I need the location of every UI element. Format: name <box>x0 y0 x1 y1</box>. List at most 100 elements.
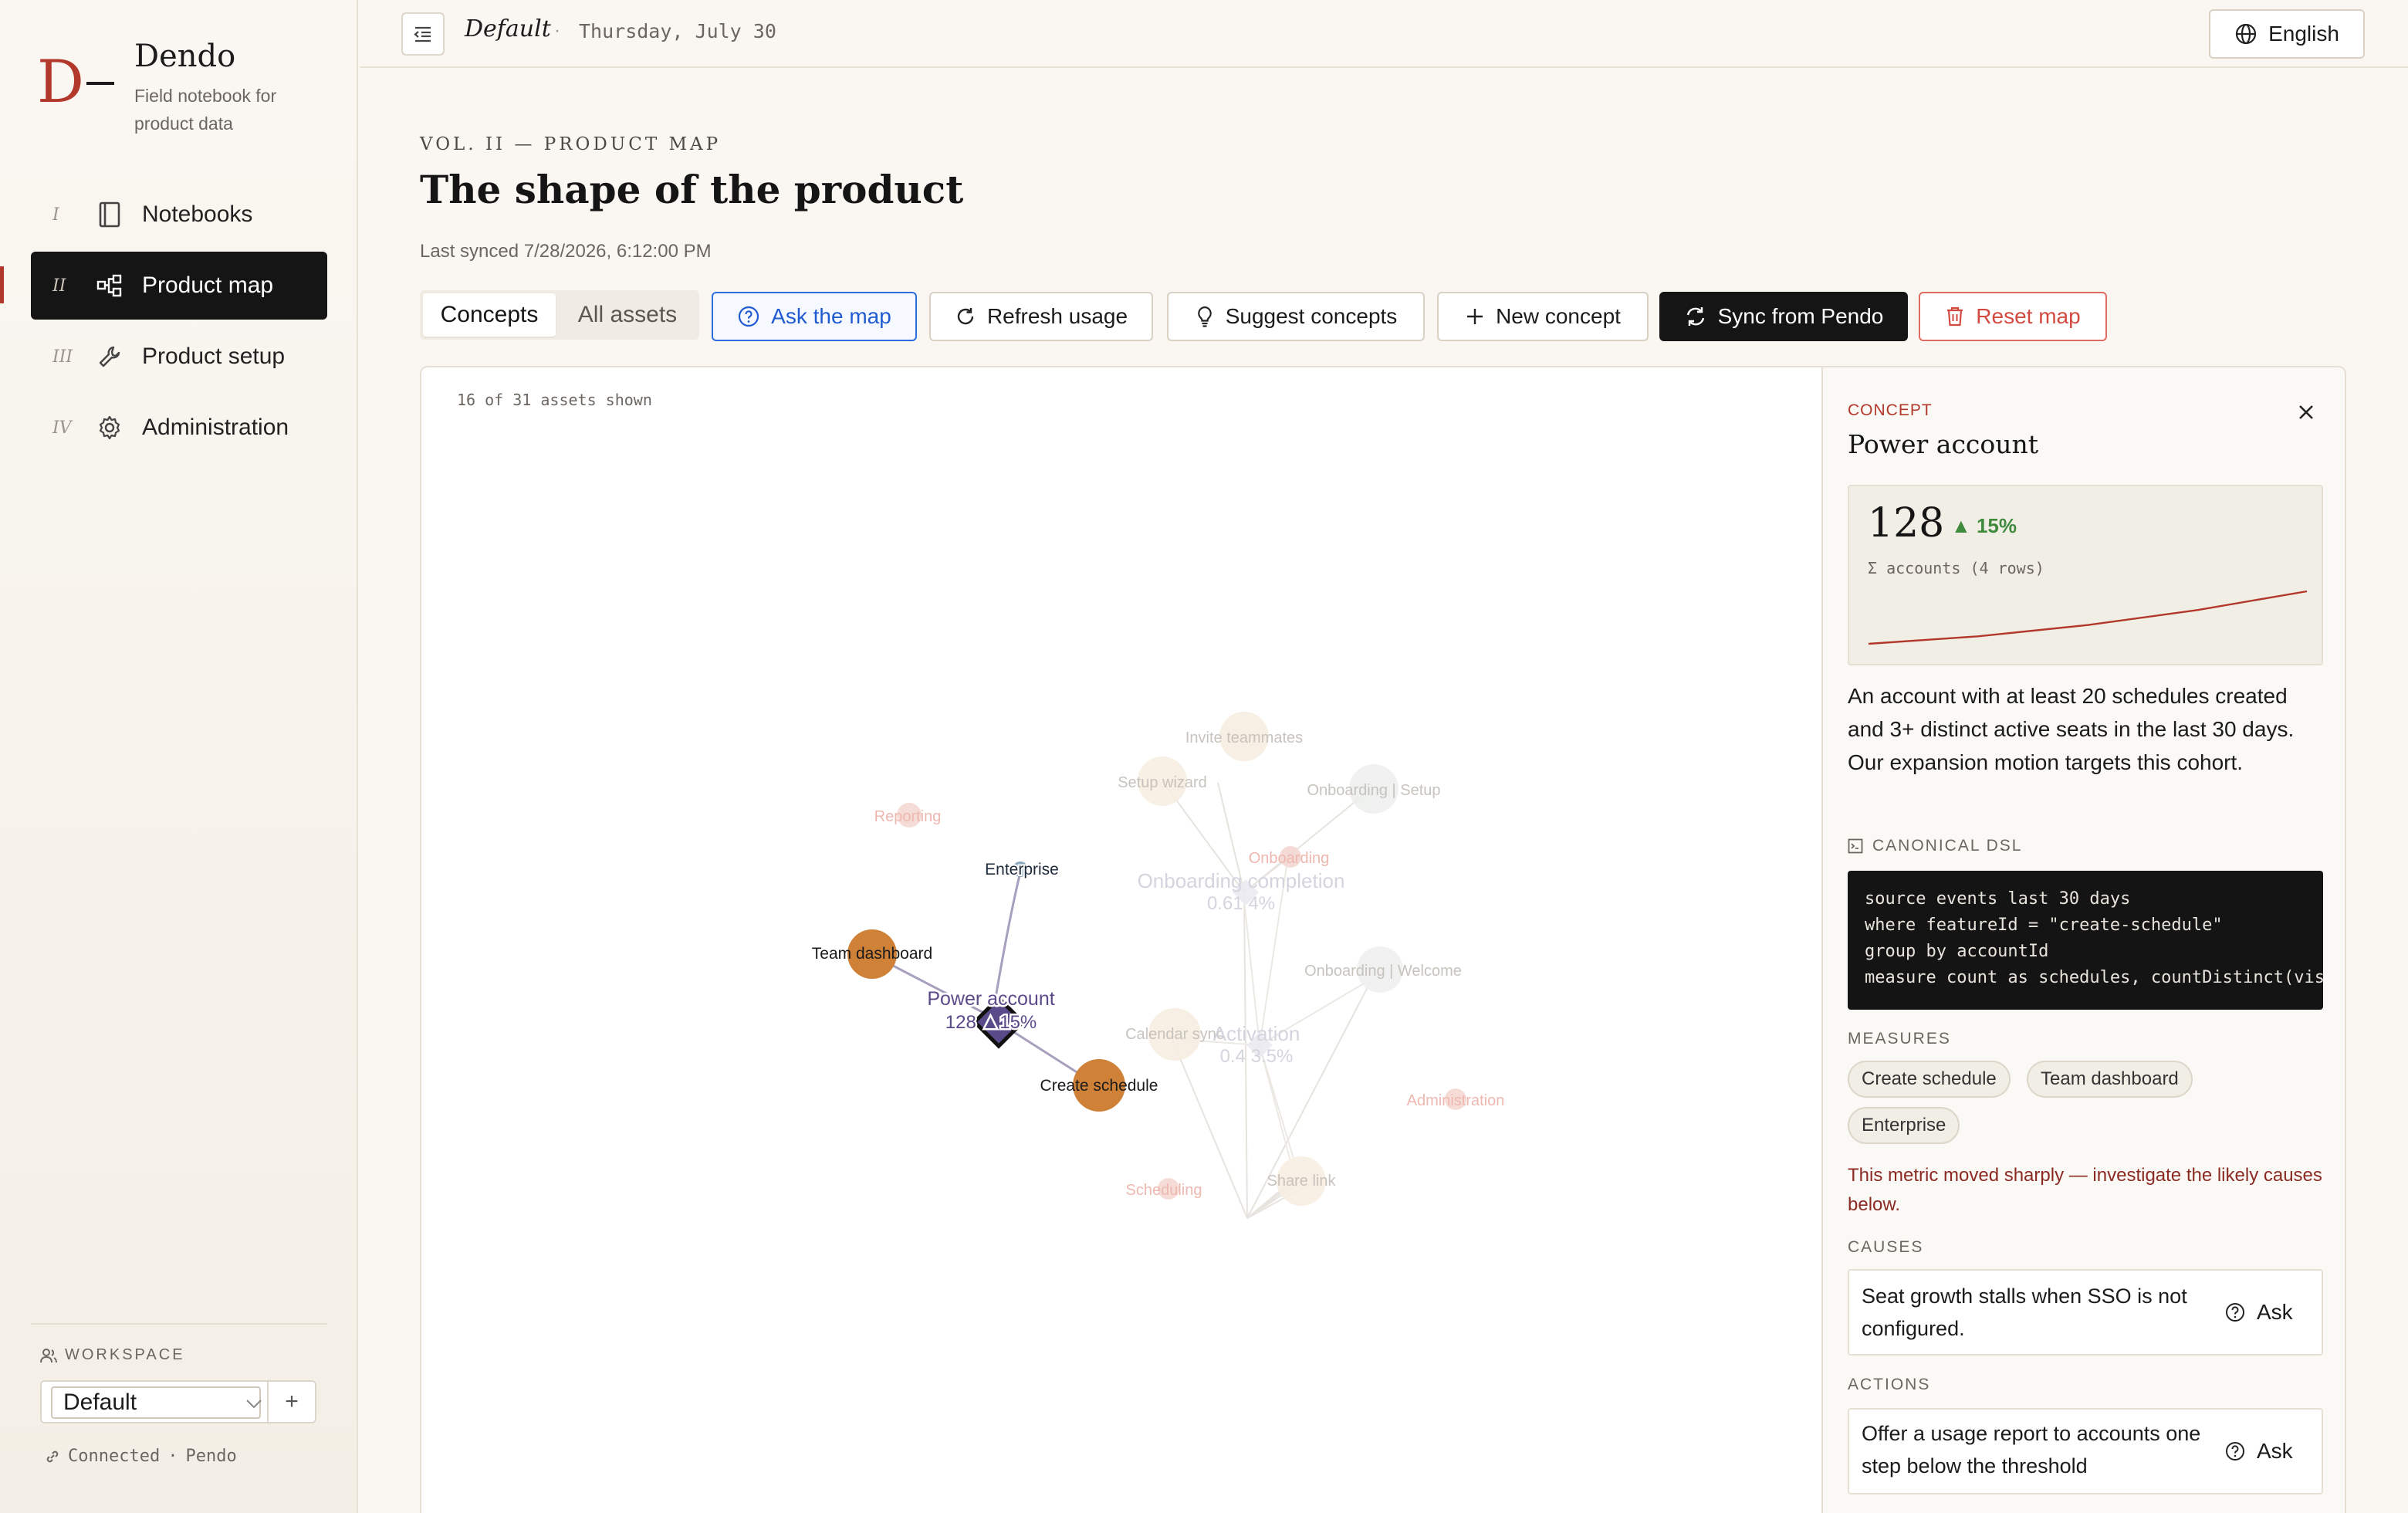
active-labels: Team dashboard Create schedule Enterpris… <box>812 859 1158 1095</box>
nav-item-number: II <box>52 276 66 296</box>
brand-tagline: Field notebook for product data <box>134 86 277 134</box>
new-concept-button[interactable]: New concept <box>1437 292 1649 341</box>
sidebar: D Dendo Field notebook for product data … <box>0 0 358 1513</box>
brand-logo-mark: D <box>37 47 84 116</box>
faded-edges <box>1162 780 1378 1219</box>
suggest-concepts-label: Suggest concepts <box>1225 304 1398 328</box>
actions-heading: ACTIONS <box>1848 1376 1931 1393</box>
close-icon <box>2299 405 2313 419</box>
measure-chip[interactable]: Team dashboard <box>2027 1061 2193 1098</box>
workspace-selector: Default + <box>40 1380 316 1423</box>
tab-concepts[interactable]: Concepts <box>423 293 556 337</box>
ask-map-label: Ask the map <box>771 304 891 328</box>
node-label: Onboarding completion <box>1138 869 1345 892</box>
users-icon <box>40 1348 57 1362</box>
nav-item-label: Administration <box>142 415 289 440</box>
product-graph: Invite teammates Setup wizard Onboarding… <box>812 712 1505 1219</box>
node-label: Enterprise <box>985 861 1059 878</box>
map-tree-icon <box>96 272 123 300</box>
collapse-sidebar-button[interactable] <box>401 12 445 56</box>
connection-source: Pendo <box>185 1447 237 1466</box>
ask-cause-button[interactable]: Ask <box>2224 1292 2309 1332</box>
nav-item-product-map[interactable]: II Product map <box>31 252 327 320</box>
reset-map-label: Reset map <box>1976 304 2081 328</box>
node-sublabel: 0.61 4% <box>1207 893 1275 914</box>
concept-description: An account with at least 20 schedules cr… <box>1848 684 2295 774</box>
refresh-icon <box>957 308 974 325</box>
help-circle-icon <box>2226 1303 2244 1322</box>
map-canvas[interactable]: 16 of 31 assets shown Invite teammates S… <box>421 367 1821 1513</box>
active-nav-indicator <box>0 266 4 303</box>
metric-card: 128 ▲ 15% Σ accounts (4 rows) <box>1848 485 2323 665</box>
refresh-usage-button[interactable]: Refresh usage <box>929 292 1153 341</box>
ask-map-button[interactable]: Ask the map <box>712 292 917 341</box>
node-label: Team dashboard <box>812 945 932 963</box>
sync-pendo-label: Sync from Pendo <box>1717 304 1884 328</box>
help-circle-icon <box>2226 1442 2244 1461</box>
node-label: Activation <box>1213 1022 1300 1045</box>
action-card: Offer a usage report to accounts one ste… <box>1848 1408 2323 1494</box>
workspace-heading: WORKSPACE <box>40 1346 185 1364</box>
metric-subtitle: Σ accounts (4 rows) <box>1868 559 2044 577</box>
tab-all-assets[interactable]: All assets <box>559 293 696 337</box>
concept-detail-pane: CONCEPT Power account 128 ▲ 15% Σ accoun… <box>1821 367 2345 1513</box>
brand-name: Dendo <box>134 39 236 74</box>
toolbar: Concepts All assets Ask the map Refresh … <box>420 290 2349 343</box>
reset-map-button[interactable]: Reset map <box>1919 292 2107 341</box>
measure-chip[interactable]: Enterprise <box>1848 1107 1960 1144</box>
sparkline-series <box>1868 590 2308 645</box>
dsl-code-block[interactable]: source events last 30 days where feature… <box>1848 871 2323 1010</box>
nav-item-label: Product map <box>142 272 274 298</box>
faded-edges-2 <box>1174 850 1378 1188</box>
suggest-concepts-button[interactable]: Suggest concepts <box>1167 292 1425 341</box>
node-sublabel: 128 ▲15% <box>945 1012 1037 1033</box>
nav-item-product-setup[interactable]: III Product setup <box>31 323 327 391</box>
topbar-separator: · <box>554 20 560 41</box>
measures-heading: MEASURES <box>1848 1030 1951 1048</box>
topbar: Default · Thursday, July 30 English <box>360 0 2408 68</box>
active-edges <box>873 872 1098 1087</box>
nav-item-notebooks[interactable]: I Notebooks <box>31 181 327 249</box>
ask-action-button[interactable]: Ask <box>2224 1431 2309 1471</box>
measure-chip[interactable]: Create schedule <box>1848 1061 2011 1098</box>
notebook-icon <box>96 201 123 228</box>
node-label: Invite teammates <box>1185 729 1303 746</box>
link-icon <box>46 1450 59 1462</box>
dsl-line: where featureId = "create-schedule" <box>1865 916 2223 935</box>
close-detail-button[interactable] <box>2292 398 2320 426</box>
workspace-heading-label: WORKSPACE <box>65 1346 185 1363</box>
metric-value: 128 <box>1868 500 1945 547</box>
sync-icon <box>1686 307 1704 326</box>
workspace-select[interactable]: Default <box>51 1386 262 1419</box>
dsl-heading-label: CANONICAL DSL <box>1872 837 2023 855</box>
dsl-line: group by accountId <box>1865 942 2049 961</box>
wrench-icon <box>96 343 123 371</box>
topbar-date: Thursday, July 30 <box>579 20 776 42</box>
node-label: Onboarding | Setup <box>1307 782 1440 799</box>
node-label: Onboarding | Welcome <box>1304 963 1462 980</box>
nav-item-administration[interactable]: IV Administration <box>31 394 327 462</box>
causes-heading: CAUSES <box>1848 1238 1924 1256</box>
brand-logo-dash <box>86 82 114 85</box>
workspace-select-value: Default <box>63 1389 137 1415</box>
dsl-line: source events last 30 days <box>1865 889 2131 909</box>
terminal-icon <box>1848 838 1863 854</box>
connection-status: Connected · Pendo <box>45 1447 237 1466</box>
node-label: Setup wizard <box>1118 774 1207 791</box>
cause-card: Seat growth stalls when SSO is not confi… <box>1848 1269 2323 1356</box>
chevron-down-icon <box>246 1400 262 1409</box>
refresh-usage-label: Refresh usage <box>986 304 1128 328</box>
language-label: English <box>2268 22 2339 46</box>
nav-item-number: III <box>52 347 73 367</box>
brand: D Dendo Field notebook for product data <box>37 37 346 145</box>
ask-action-label: Ask <box>2257 1439 2293 1463</box>
node-label: Calendar sync <box>1125 1026 1224 1043</box>
sync-pendo-button[interactable]: Sync from Pendo <box>1659 292 1908 341</box>
map-panel: 16 of 31 assets shown Invite teammates S… <box>420 366 2346 1513</box>
language-button[interactable]: English <box>2209 9 2365 59</box>
node-label: Administration <box>1407 1092 1505 1109</box>
add-workspace-button[interactable]: + <box>267 1382 315 1422</box>
dsl-heading: CANONICAL DSL <box>1848 837 2022 855</box>
connection-status-text: Connected <box>68 1447 161 1466</box>
node-label: Create schedule <box>1040 1077 1158 1095</box>
